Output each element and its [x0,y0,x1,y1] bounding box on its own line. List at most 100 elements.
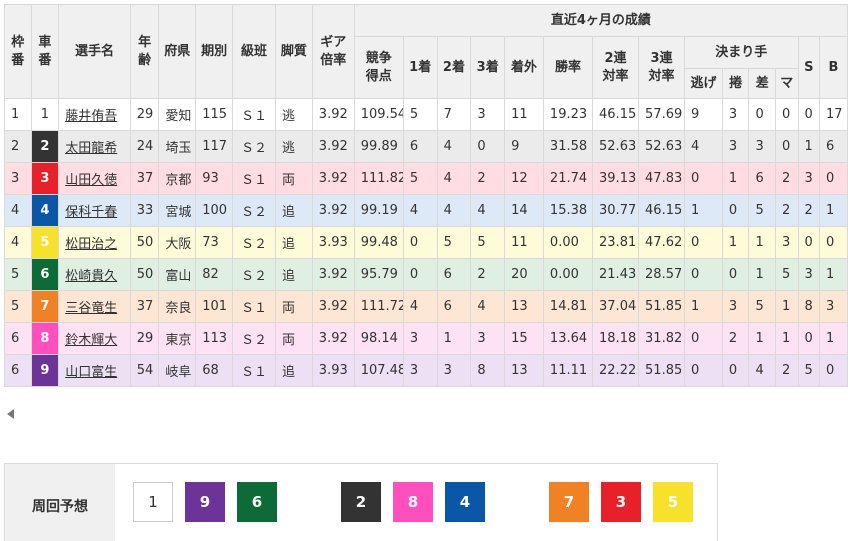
prediction-car-4: 4 [445,482,485,522]
cell-waku: 5 [4,290,32,323]
rider-name-cell: 松崎貴久 [58,258,131,291]
rider-row: 6 9 山口富生 54 岐阜 68 Ｓ１ 追 3.93 107.48 3 3 8 13 11.11 22.22… [4,354,848,387]
rider-name-cell: 保科千春 [58,194,131,227]
cell-rate3: 31.82 [638,322,686,355]
cell-second: 4 [436,162,472,195]
car-number-cell: 6 [30,258,60,291]
cell-makuri: 3 [721,290,750,323]
horizontal-scrollbar[interactable] [18,412,844,416]
cell-b: 0 [819,226,848,259]
cell-s: 0 [797,322,821,355]
cell-mark: 0 [775,98,799,131]
scroll-left-arrow-icon[interactable] [7,409,14,419]
cell-rate3: 28.57 [638,258,686,291]
car-number-badge: 9 [32,355,58,386]
header-third: 3着 [470,36,506,99]
rider-name-link[interactable]: 太田龍希 [65,141,117,156]
cell-sashi: 4 [748,354,777,387]
cell-rate2: 22.22 [592,354,640,387]
cell-style: 追 [274,258,313,291]
header-sha: 車番 [30,4,60,99]
header-recent: 直近4ヶ月の成績 [353,4,848,37]
entry-table-container[interactable]: 枠番 車番 選手名 年齢 府県 期別 級班 脚質 ギア倍率 直近4ヶ月の成績 競… [4,4,848,387]
rider-name-link[interactable]: 松崎貴久 [65,269,117,284]
cell-nige: 1 [684,290,723,323]
cell-ki: 101 [195,290,234,323]
header-nige: 逃げ [684,68,723,99]
cell-style: 両 [274,322,313,355]
cell-score: 99.19 [353,194,404,227]
cell-nige: 9 [684,98,723,131]
cell-makuri: 0 [721,258,750,291]
rider-name-link[interactable]: 山田久徳 [65,173,117,188]
cell-score: 99.89 [353,130,404,163]
cell-win-rate: 31.58 [542,130,594,163]
cell-s: 0 [797,226,821,259]
header-second: 2着 [436,36,472,99]
prediction-car-9: 9 [185,482,225,522]
header-pref: 府県 [158,4,197,99]
cell-style: 逃 [274,98,313,131]
cell-b: 1 [819,322,848,355]
header-name: 選手名 [58,4,131,99]
cell-second: 6 [436,258,472,291]
rider-name-link[interactable]: 三谷竜生 [65,301,117,316]
cell-mark: 0 [775,130,799,163]
header-rate2: 2連対率 [592,36,640,99]
prediction-car-1: 1 [133,482,173,522]
lap-prediction-panel: 周回予想 196 284 735 [4,463,718,541]
cell-third: 0 [470,130,506,163]
car-number-badge: 6 [32,259,58,290]
rider-name-link[interactable]: 鈴木輝大 [65,333,117,348]
cell-score: 109.54 [353,98,404,131]
rider-name-cell: 山田久徳 [58,162,131,195]
rider-name-link[interactable]: 保科千春 [65,205,117,220]
cell-win-rate: 19.23 [542,98,594,131]
rider-name-cell: 藤井侑吾 [58,98,131,131]
cell-pref: 奈良 [158,290,197,323]
header-style: 脚質 [274,4,313,99]
cell-s: 3 [797,162,821,195]
entry-table-body: 1 1 藤井侑吾 29 愛知 115 Ｓ１ 逃 3.92 109.54 5 7 3 11 19.23 46.1… [4,98,848,387]
cell-s: 2 [797,194,821,227]
cell-second: 5 [436,226,472,259]
cell-pref: 東京 [158,322,197,355]
cell-rate2: 30.77 [592,194,640,227]
cell-win-rate: 0.00 [542,258,594,291]
cell-b: 0 [819,354,848,387]
cell-class: Ｓ２ [232,322,276,355]
cell-ki: 100 [195,194,234,227]
cell-nige: 1 [684,194,723,227]
cell-second: 4 [436,194,472,227]
cell-second: 3 [436,354,472,387]
prediction-car-5: 5 [653,482,693,522]
rider-name-link[interactable]: 松田治之 [65,237,117,252]
cell-ki: 73 [195,226,234,259]
car-number-badge: 4 [32,195,58,226]
header-ki: 期別 [195,4,234,99]
cell-s: 3 [797,258,821,291]
cell-second: 6 [436,290,472,323]
cell-style: 両 [274,162,313,195]
cell-rate3: 52.63 [638,130,686,163]
cell-rate3: 46.15 [638,194,686,227]
cell-gear: 3.92 [311,130,355,163]
rider-name-link[interactable]: 藤井侑吾 [65,109,117,124]
cell-mark: 2 [775,162,799,195]
cell-age: 37 [129,162,160,195]
cell-score: 107.48 [353,354,404,387]
cell-gear: 3.92 [311,162,355,195]
cell-first: 5 [402,98,438,131]
cell-class: Ｓ１ [232,354,276,387]
cell-waku: 3 [4,162,32,195]
rider-name-cell: 山口富生 [58,354,131,387]
cell-waku: 4 [4,194,32,227]
cell-class: Ｓ２ [232,194,276,227]
header-age: 年齢 [129,4,160,99]
cell-age: 33 [129,194,160,227]
cell-waku: 6 [4,322,32,355]
rider-name-link[interactable]: 山口富生 [65,365,117,380]
header-gear: ギア倍率 [311,4,355,99]
cell-rate3: 47.62 [638,226,686,259]
cell-gear: 3.93 [311,354,355,387]
